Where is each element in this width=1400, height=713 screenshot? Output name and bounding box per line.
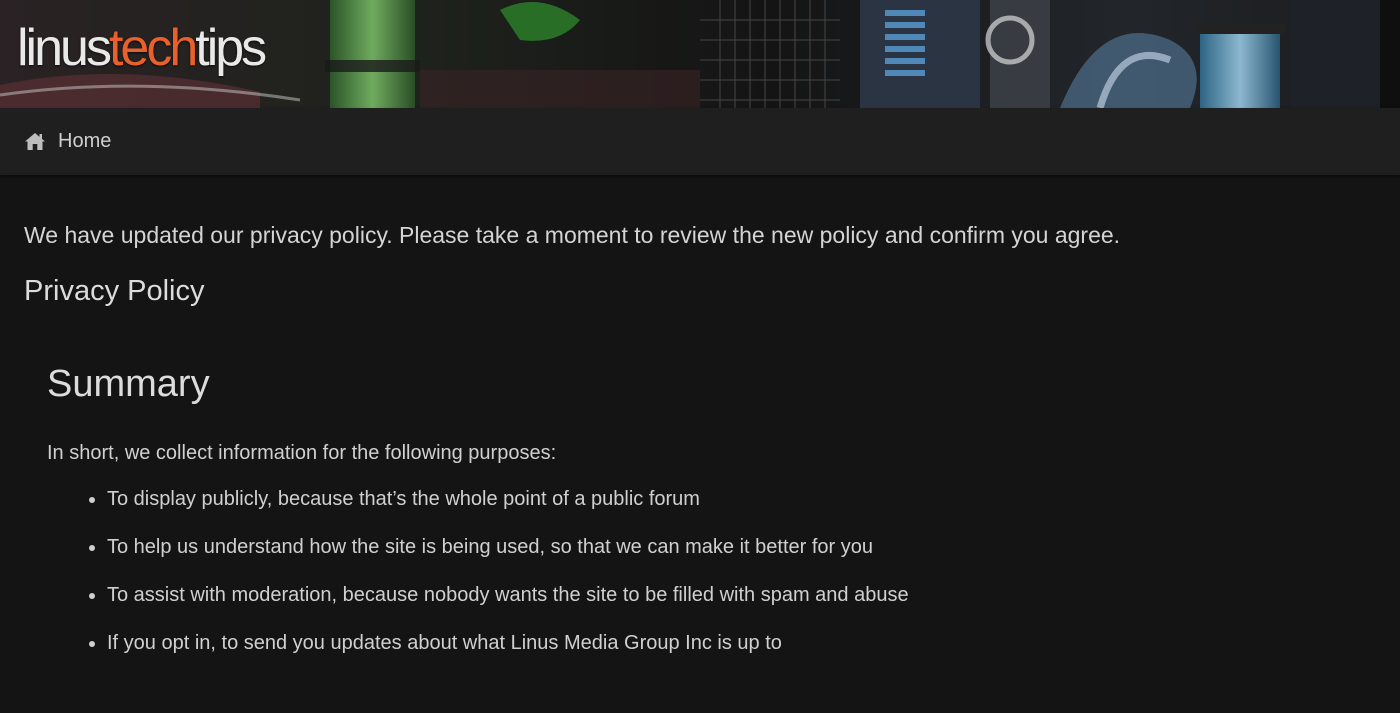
logo-text-tech: tech	[108, 19, 198, 77]
policy-body: Summary In short, we collect information…	[24, 361, 1376, 656]
header-banner: linustechtips	[0, 0, 1400, 108]
list-item: To display publicly, because that’s the …	[107, 486, 1376, 512]
list-item: If you opt in, to send you updates about…	[107, 630, 1376, 656]
nav-home-link[interactable]: Home	[25, 130, 111, 153]
list-item: To assist with moderation, because nobod…	[107, 582, 1376, 608]
logo-text-linus: linus	[17, 19, 112, 77]
summary-intro: In short, we collect information for the…	[47, 442, 557, 464]
nav-home-label: Home	[58, 130, 112, 152]
logo-text-tips: tips	[195, 19, 267, 77]
policy-update-notice: We have updated our privacy policy. Plea…	[24, 222, 1121, 248]
nav-bar: Home	[0, 108, 1400, 175]
privacy-policy-title: Privacy Policy	[24, 275, 205, 307]
summary-heading: Summary	[47, 363, 210, 405]
main-content: We have updated our privacy policy. Plea…	[0, 220, 1400, 656]
home-icon	[25, 133, 45, 150]
site-logo[interactable]: linustechtips	[17, 19, 267, 77]
purposes-list: To display publicly, because that’s the …	[47, 486, 1376, 656]
list-item: To help us understand how the site is be…	[107, 534, 1376, 560]
